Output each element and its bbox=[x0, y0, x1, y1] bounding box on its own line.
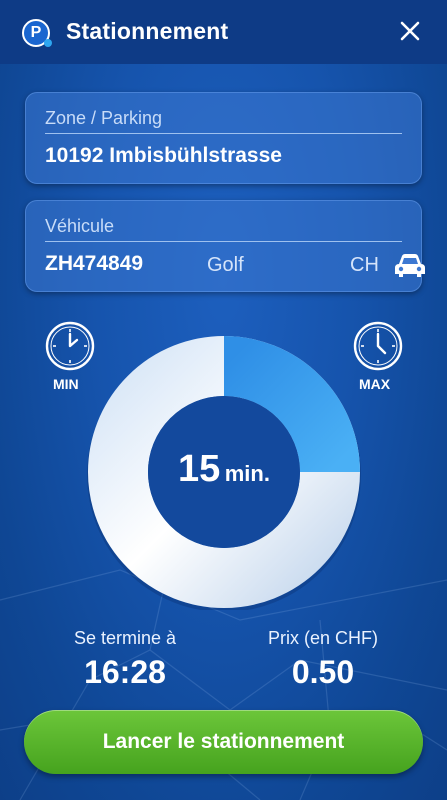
close-icon[interactable] bbox=[397, 18, 423, 44]
duration-number: 15 bbox=[178, 448, 221, 490]
divider bbox=[45, 133, 402, 134]
zone-selector[interactable]: Zone / Parking 10192 Imbisbühlstrasse bbox=[25, 92, 422, 184]
vehicle-model: Golf bbox=[207, 254, 244, 276]
min-label: MIN bbox=[53, 376, 79, 392]
page-title: Stationnement bbox=[66, 18, 229, 44]
price-label: Prix (en CHF) bbox=[267, 628, 378, 648]
duration-value: 15 min. bbox=[86, 448, 362, 491]
vehicle-country: CH bbox=[350, 254, 379, 276]
parking-logo-icon: P bbox=[22, 19, 52, 47]
max-label: MAX bbox=[359, 376, 391, 392]
vehicle-label: Véhicule bbox=[45, 216, 115, 236]
parking-screen: P Stationnement Zone / Parking 10192 Imb… bbox=[0, 0, 447, 800]
app-header: P Stationnement bbox=[0, 0, 447, 64]
end-time-value: 16:28 bbox=[84, 654, 166, 690]
zone-value: 10192 Imbisbühlstrasse bbox=[45, 144, 282, 167]
start-parking-button[interactable]: Lancer le stationnement bbox=[24, 710, 423, 774]
zone-label: Zone / Parking bbox=[45, 108, 163, 128]
end-time-label: Se termine à bbox=[73, 628, 177, 648]
duration-unit: min. bbox=[224, 461, 270, 486]
car-icon bbox=[395, 254, 425, 277]
divider bbox=[45, 241, 402, 242]
vehicle-selector[interactable]: Véhicule ZH474849 Golf CH bbox=[25, 200, 425, 292]
vehicle-plate: ZH474849 bbox=[45, 252, 144, 275]
price-value: 0.50 bbox=[291, 654, 355, 690]
